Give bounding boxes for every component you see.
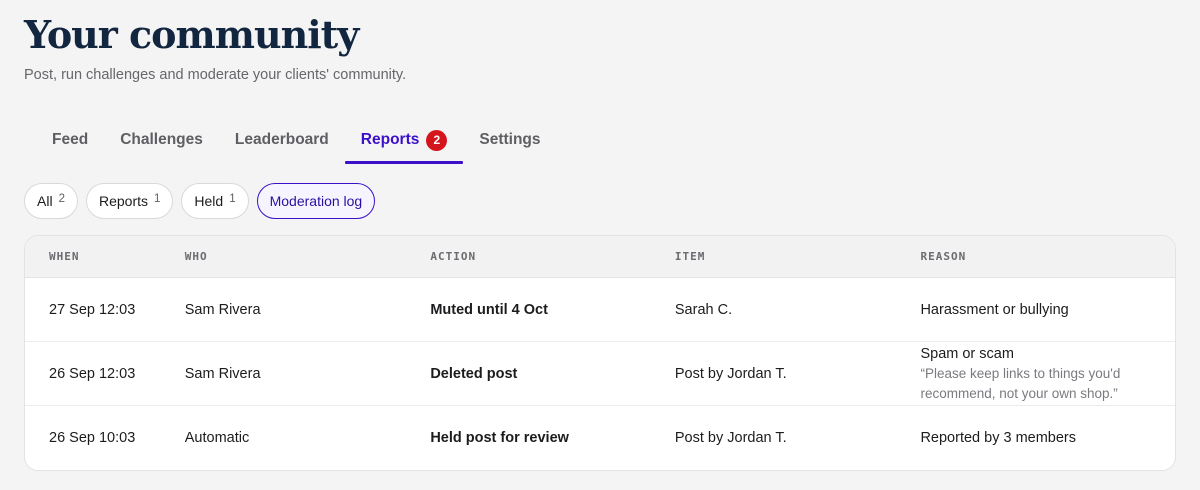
filter-chip-reports[interactable]: Reports 1 xyxy=(85,183,174,219)
page-subtitle: Post, run challenges and moderate your c… xyxy=(24,67,407,83)
reports-count-badge: 2 xyxy=(426,129,448,151)
cell-when: 27 Sep 12:03 xyxy=(49,301,136,318)
tab-label: Settings xyxy=(479,131,541,148)
reason-text: Spam or scam xyxy=(920,345,1014,362)
chip-count: 1 xyxy=(154,193,161,205)
community-page: Your community Post, run challenges and … xyxy=(0,0,1200,490)
tab-reports[interactable]: Reports 2 xyxy=(344,118,464,164)
filter-chips: All 2 Reports 1 Held 1 Moderation log xyxy=(24,183,376,219)
reason-note: “Please keep links to things you'd recom… xyxy=(920,365,1121,401)
cell-who: Sam Rivera xyxy=(184,365,261,382)
cell-reason: Harassment or bullying xyxy=(920,300,1175,320)
table-header: WHEN WHO ACTION ITEM REASON xyxy=(25,236,1175,278)
cell-who: Automatic xyxy=(184,430,250,446)
chip-label: Moderation log xyxy=(269,193,363,209)
tab-label: Reports xyxy=(360,131,420,148)
column-header-action: ACTION xyxy=(430,250,477,263)
column-header-reason: REASON xyxy=(920,250,967,263)
cell-action: Held post for review xyxy=(430,430,569,446)
tab-label: Challenges xyxy=(120,131,203,148)
cell-item: Sarah C. xyxy=(674,301,733,318)
reason-text: Harassment or bullying xyxy=(920,301,1069,318)
column-header-when: WHEN xyxy=(49,250,80,263)
cell-reason: Reported by 3 members xyxy=(920,428,1175,448)
tab-settings[interactable]: Settings xyxy=(463,118,556,162)
table-row: 26 Sep 12:03 Sam Rivera Deleted post Pos… xyxy=(25,342,1175,406)
tab-label: Feed xyxy=(52,131,89,148)
page-title: Your community xyxy=(24,12,359,57)
cell-item: Post by Jordan T. xyxy=(674,430,787,446)
cell-reason: Spam or scam “Please keep links to thing… xyxy=(920,344,1175,404)
chip-label: Reports xyxy=(98,193,148,209)
tab-label: Leaderboard xyxy=(234,131,329,148)
cell-action: Muted until 4 Oct xyxy=(430,301,548,318)
column-header-item: ITEM xyxy=(674,250,706,263)
moderation-log-table: WHEN WHO ACTION ITEM REASON 27 Sep 12:03… xyxy=(24,235,1176,471)
cell-action: Deleted post xyxy=(430,365,518,382)
chip-label: Held xyxy=(194,193,224,209)
filter-chip-held[interactable]: Held 1 xyxy=(181,183,249,219)
cell-when: 26 Sep 12:03 xyxy=(49,365,136,382)
cell-who: Sam Rivera xyxy=(184,301,261,318)
chip-label: All xyxy=(37,193,53,209)
table-row: 27 Sep 12:03 Sam Rivera Muted until 4 Oc… xyxy=(25,278,1175,342)
column-header-who: WHO xyxy=(184,250,208,263)
filter-chip-all[interactable]: All 2 xyxy=(24,183,78,219)
chip-count: 2 xyxy=(58,193,65,205)
table-row: 26 Sep 10:03 Automatic Held post for rev… xyxy=(25,406,1175,470)
filter-chip-moderation-log[interactable]: Moderation log xyxy=(256,183,376,219)
tab-challenges[interactable]: Challenges xyxy=(104,118,219,162)
chip-count: 1 xyxy=(229,193,236,205)
tab-leaderboard[interactable]: Leaderboard xyxy=(219,118,345,162)
community-tabs: Feed Challenges Leaderboard Reports 2 Se… xyxy=(36,118,557,166)
cell-when: 26 Sep 10:03 xyxy=(49,430,136,446)
reason-text: Reported by 3 members xyxy=(920,430,1076,446)
tab-feed[interactable]: Feed xyxy=(36,118,104,162)
cell-item: Post by Jordan T. xyxy=(674,365,787,382)
